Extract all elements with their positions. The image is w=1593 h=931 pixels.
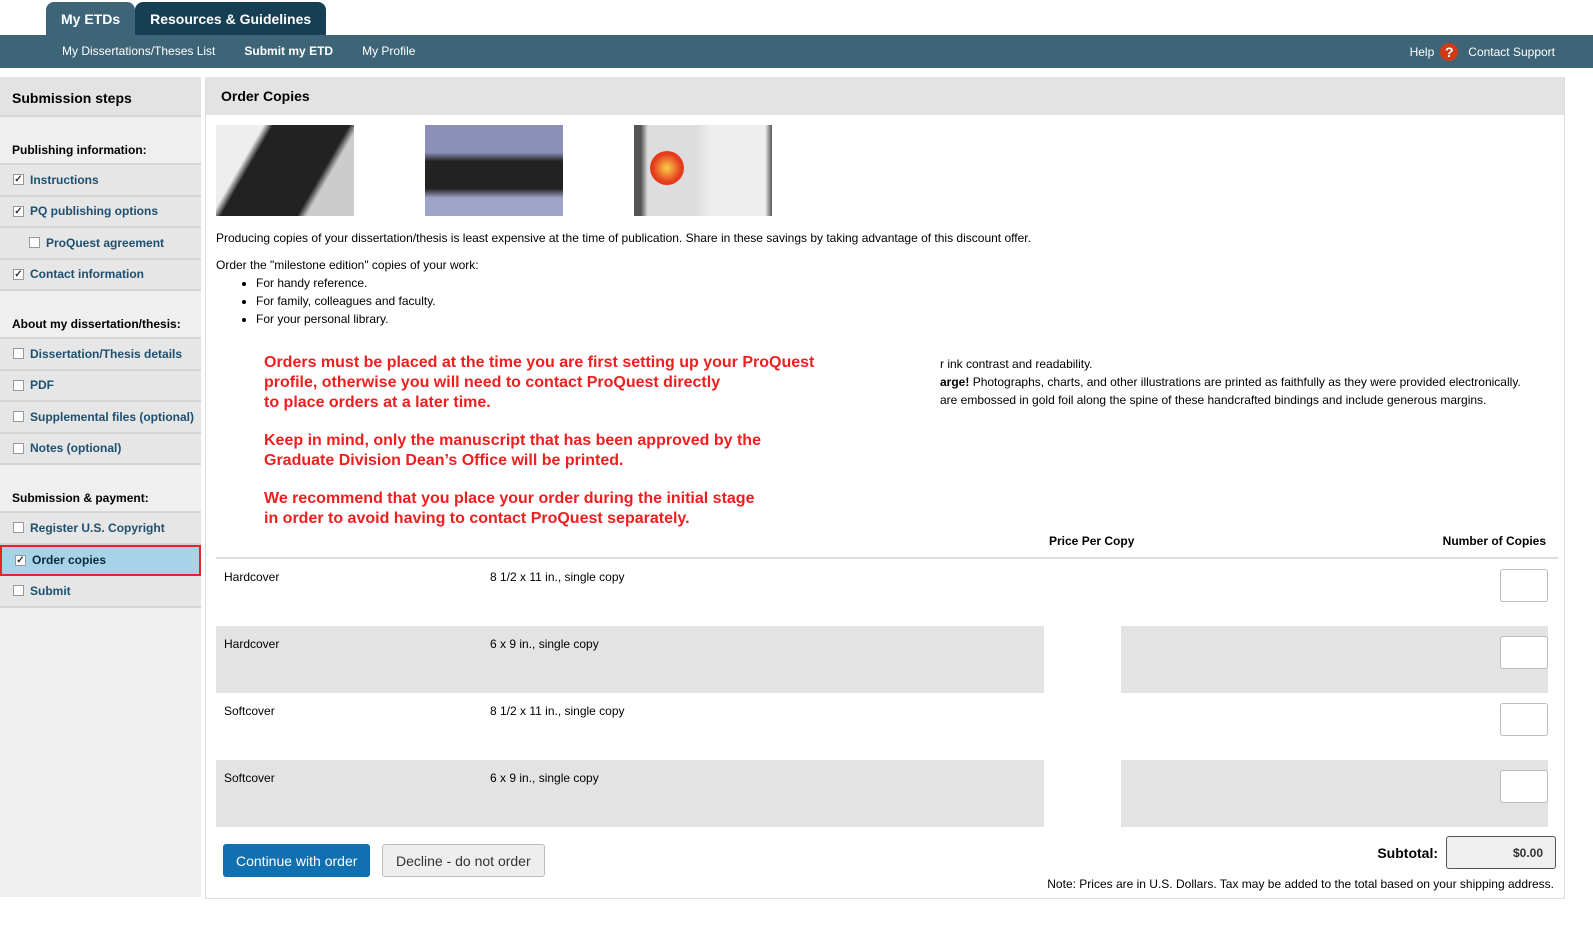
sidebar-item[interactable]: Dissertation/Thesis details xyxy=(0,339,201,371)
size-description: 6 x 9 in., single copy xyxy=(490,771,599,785)
nav-dissertations-list[interactable]: My Dissertations/Theses List xyxy=(62,44,215,58)
table-row: Hardcover 6 x 9 in., single copy xyxy=(216,626,1548,693)
price-per-copy-header: Price Per Copy xyxy=(1049,534,1135,548)
partially-hidden-text: r ink contrast and readability. arge! Ph… xyxy=(940,357,1521,407)
intro-text: Producing copies of your dissertation/th… xyxy=(216,231,1031,245)
checkbox-icon: ✓ xyxy=(13,205,24,217)
sidebar-item[interactable]: ✓ PQ publishing options xyxy=(0,196,201,228)
sidebar-group-label: Publishing information: xyxy=(0,117,201,165)
sidebar-group-label: About my dissertation/thesis: xyxy=(0,291,201,339)
sidebar-item-label: Contact information xyxy=(30,267,144,282)
checkbox-icon xyxy=(13,411,24,423)
book-photo-2 xyxy=(425,125,563,216)
tab-resources-guidelines[interactable]: Resources & Guidelines xyxy=(135,2,327,35)
sidebar-item[interactable]: ✓ Order copies xyxy=(0,544,201,576)
order-intro: Order the "milestone edition" copies of … xyxy=(216,258,479,272)
nav-my-profile[interactable]: My Profile xyxy=(362,44,415,58)
quantity-input[interactable] xyxy=(1500,569,1548,602)
contact-support-link[interactable]: Contact Support xyxy=(1468,45,1555,59)
sidebar-item-label: Instructions xyxy=(30,172,99,187)
sidebar-item-label: ProQuest agreement xyxy=(46,235,165,250)
cover-type: Softcover xyxy=(224,704,275,718)
subtotal-field: $0.00 xyxy=(1446,836,1556,869)
cover-type: Hardcover xyxy=(224,637,280,651)
table-row: Softcover 6 x 9 in., single copy xyxy=(216,760,1548,827)
checkbox-icon xyxy=(13,442,24,454)
help-link[interactable]: Help xyxy=(1410,45,1435,59)
sidebar-item-label: PDF xyxy=(30,378,54,393)
list-item: For handy reference. xyxy=(256,274,436,292)
table-row: Hardcover 8 1/2 x 11 in., single copy xyxy=(216,559,1548,626)
table-row: Softcover 8 1/2 x 11 in., single copy xyxy=(216,693,1548,760)
nav-bar: My Dissertations/Theses List Submit my E… xyxy=(0,35,1593,68)
sidebar-item[interactable]: Register U.S. Copyright xyxy=(0,513,201,545)
benefit-list: For handy reference. For family, colleag… xyxy=(256,274,436,328)
sidebar-item[interactable]: Supplemental files (optional) xyxy=(0,402,201,434)
size-description: 6 x 9 in., single copy xyxy=(490,637,599,651)
checkbox-icon xyxy=(29,237,40,249)
sidebar-item-label: PQ publishing options xyxy=(30,204,158,219)
quantity-input[interactable] xyxy=(1500,636,1548,669)
checkbox-icon xyxy=(13,585,24,597)
checkbox-icon: ✓ xyxy=(13,268,24,280)
sidebar-item-label: Notes (optional) xyxy=(30,441,122,456)
list-item: For your personal library. xyxy=(256,310,436,328)
subtotal-label: Subtotal: xyxy=(1377,845,1438,861)
cover-type: Hardcover xyxy=(224,570,280,584)
quantity-input[interactable] xyxy=(1500,703,1548,736)
sidebar-item[interactable]: PDF xyxy=(0,370,201,402)
checkbox-icon xyxy=(13,348,24,360)
top-tabs: My ETDs Resources & Guidelines xyxy=(46,2,327,35)
question-icon[interactable]: ? xyxy=(1440,43,1459,61)
sidebar-item-label: Register U.S. Copyright xyxy=(30,520,165,535)
checkbox-icon: ✓ xyxy=(13,174,24,186)
sidebar-item[interactable]: ✓ Contact information xyxy=(0,259,201,291)
sidebar: Submission steps Publishing information:… xyxy=(0,77,201,897)
sidebar-item[interactable]: Notes (optional) xyxy=(0,433,201,465)
sidebar-item[interactable]: Submit xyxy=(0,576,201,608)
cover-type: Softcover xyxy=(224,771,275,785)
page-title: Order Copies xyxy=(206,77,1564,115)
continue-with-order-button[interactable]: Continue with order xyxy=(223,844,371,877)
book-photo-1 xyxy=(216,125,354,216)
book-photo-3 xyxy=(634,125,772,216)
size-description: 8 1/2 x 11 in., single copy xyxy=(490,570,625,584)
size-description: 8 1/2 x 11 in., single copy xyxy=(490,704,625,718)
quantity-input[interactable] xyxy=(1500,770,1548,803)
checkbox-icon xyxy=(13,379,24,391)
sidebar-item[interactable]: ProQuest agreement xyxy=(0,228,201,260)
sidebar-item-label: Supplemental files (optional) xyxy=(30,409,195,424)
main-panel: Order Copies Producing copies of your di… xyxy=(205,77,1565,899)
decline-button[interactable]: Decline - do not order xyxy=(382,844,545,877)
checkbox-icon: ✓ xyxy=(15,554,26,566)
sidebar-item[interactable]: ✓ Instructions xyxy=(0,165,201,197)
sidebar-group-label: Submission & payment: xyxy=(0,465,201,513)
number-of-copies-header: Number of Copies xyxy=(1442,534,1546,548)
order-notice: Orders must be placed at the time you ar… xyxy=(264,354,815,527)
list-item: For family, colleagues and faculty. xyxy=(256,292,436,310)
tab-my-etds[interactable]: My ETDs xyxy=(46,2,136,35)
sidebar-item-label: Submit xyxy=(30,583,71,598)
nav-submit-etd[interactable]: Submit my ETD xyxy=(244,44,333,58)
checkbox-icon xyxy=(13,522,24,534)
sidebar-item-label: Order copies xyxy=(32,553,107,568)
sidebar-item-label: Dissertation/Thesis details xyxy=(30,346,183,361)
sidebar-title: Submission steps xyxy=(0,77,201,117)
price-note: Note: Prices are in U.S. Dollars. Tax ma… xyxy=(1047,877,1554,891)
